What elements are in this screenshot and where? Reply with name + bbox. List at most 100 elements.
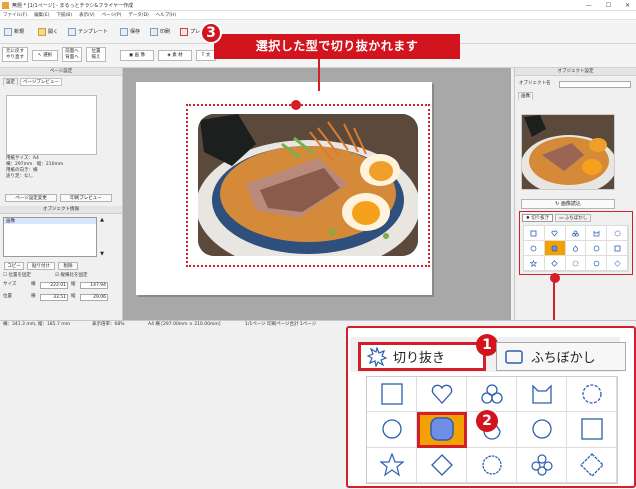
tab-fade-small[interactable]: ▭ ふちぼかし — [555, 214, 592, 222]
tab-image[interactable]: 画像 — [518, 92, 533, 100]
ramen-photo[interactable] — [198, 114, 418, 256]
fold-text: 途り足：なし — [6, 174, 33, 179]
text-icon: T — [201, 53, 205, 58]
status-paper: A4 横 [297.00mm × 210.00mm] — [148, 322, 221, 327]
canvas-area[interactable] — [123, 68, 511, 320]
shape-burst-small[interactable] — [607, 226, 628, 241]
shape-burst[interactable] — [567, 377, 617, 413]
load-image-button[interactable]: ↻ 画像読込 — [521, 199, 615, 209]
shape-square[interactable] — [367, 377, 417, 413]
menu-help[interactable]: ヘルプ(H) — [156, 12, 176, 18]
shape-cloud-small[interactable] — [565, 226, 587, 241]
tab-settings[interactable]: 設定 — [3, 78, 18, 86]
tab-page-preview[interactable]: ページプレビュー — [20, 78, 62, 86]
menu-file[interactable]: ファイル(F) — [3, 12, 27, 18]
position-label: 位置 — [3, 294, 12, 299]
material-tool-button[interactable]: ◈ 素 材 — [158, 50, 192, 61]
save-button[interactable]: 保存 — [118, 26, 142, 37]
object-name-field[interactable] — [559, 81, 631, 88]
menu-data[interactable]: データ(D) — [128, 12, 148, 18]
shape-star[interactable] — [367, 447, 417, 483]
shape-rounded-square-small-selected[interactable] — [544, 241, 566, 256]
text-tool-button[interactable]: T 文 — [196, 50, 216, 61]
material-icon: ◈ — [167, 53, 171, 58]
shape-square-2[interactable] — [567, 412, 617, 448]
shape-star-small[interactable] — [524, 256, 545, 271]
lock-position-checkbox[interactable]: ☐ 位置を固定 — [3, 272, 31, 279]
image-tool-button[interactable]: ▣ 画 像 — [120, 50, 154, 61]
shape-square-small[interactable] — [524, 226, 545, 241]
delete-button[interactable]: 削除 — [58, 262, 78, 270]
object-list[interactable]: 画像 — [3, 217, 97, 257]
move-down-icon[interactable]: ▼ — [100, 251, 104, 257]
shape-drop-small[interactable] — [565, 241, 587, 256]
template-button[interactable]: テンプレート — [66, 26, 110, 37]
shape-badge-small[interactable] — [607, 256, 628, 271]
selection-outline[interactable] — [186, 104, 430, 267]
shape-badge[interactable] — [567, 447, 617, 483]
paper-page[interactable] — [136, 82, 432, 295]
list-item[interactable]: 画像 — [4, 218, 96, 224]
tab-fade[interactable]: ふちぼかし — [496, 342, 626, 371]
print-preview-button[interactable]: 印刷プレビュー — [60, 194, 112, 202]
status-coords: 横：341.3 mm, 縦：185.7 mm — [3, 322, 71, 327]
menu-edit[interactable]: 編集(E) — [34, 12, 49, 18]
shape-octagon[interactable] — [517, 412, 567, 448]
tab-cutout[interactable]: 切り抜き — [358, 342, 486, 371]
menu-align[interactable]: 下揃(B) — [56, 12, 72, 18]
cutout-burst-icon — [367, 346, 387, 367]
tab-cutout-small[interactable]: ✹ 切り抜き — [522, 214, 554, 222]
open-button[interactable]: 開く — [36, 26, 60, 37]
template-icon — [68, 27, 76, 36]
shape-flower-small[interactable] — [586, 256, 608, 271]
shape-heart-small[interactable] — [544, 226, 566, 241]
size-width-field[interactable]: 222.01 — [40, 282, 68, 289]
shape-scallop[interactable] — [467, 447, 517, 483]
ramen-thumbnail — [522, 115, 614, 189]
select-button[interactable]: ↖ 選択 — [32, 50, 58, 61]
menu-view[interactable]: 表示(V) — [79, 12, 95, 18]
align-button[interactable]: 位置 揃え — [86, 47, 106, 62]
shape-heart[interactable] — [417, 377, 467, 413]
new-button[interactable]: 新規 — [2, 26, 26, 37]
shape-octagon-small[interactable] — [586, 241, 608, 256]
position-y-field[interactable]: 29.06 — [80, 294, 108, 301]
right-panel: オブジェクト設定 オブジェクト名 画像 ↻ 画像読込 ✹ 切り抜き ▭ ふちぼか… — [514, 68, 636, 320]
print-button[interactable]: 印刷 — [148, 26, 172, 37]
preview-button[interactable]: プレ — [178, 26, 202, 37]
left-panel: ページ設定 設定 ページプレビュー 用紙サイズ：A4 横：297mm 縦：210… — [0, 68, 123, 320]
undo-redo-button[interactable]: 元に戻す やり直す — [2, 47, 28, 62]
shape-diamond[interactable] — [417, 447, 467, 483]
size-height-field[interactable]: 147.94 — [80, 282, 108, 289]
status-page: 1/1ページ 印刷ページ合計 1ページ — [245, 322, 317, 327]
shape-circle[interactable] — [367, 412, 417, 448]
move-up-icon[interactable]: ▲ — [100, 217, 104, 223]
shape-rounded-square-selected[interactable] — [417, 412, 467, 448]
shape-flower[interactable] — [517, 447, 567, 483]
page-settings-button[interactable]: ページ設定変更 — [5, 194, 57, 202]
maximize-icon[interactable]: ☐ — [606, 2, 611, 9]
shape-panel-highlight: ✹ 切り抜き ▭ ふちぼかし — [519, 211, 633, 275]
shape-cloud[interactable] — [467, 377, 517, 413]
paste-button[interactable]: 貼り付け — [27, 262, 55, 270]
callout-banner: 選択した型で切り抜かれます — [214, 34, 460, 59]
preview-icon — [180, 27, 188, 36]
shape-cat[interactable] — [517, 377, 567, 413]
shape-diamond-small[interactable] — [544, 256, 566, 271]
shape-circle-small[interactable] — [524, 241, 545, 256]
size-h-label: 縦 — [71, 282, 76, 287]
front-back-button[interactable]: 前面へ 背面へ — [62, 47, 82, 62]
step-1-badge: 1 — [476, 334, 498, 356]
shape-scallop-small[interactable] — [565, 256, 587, 271]
shape-square2-small[interactable] — [607, 241, 628, 256]
callout-pointer-dot — [291, 100, 301, 110]
minimize-icon[interactable]: — — [586, 2, 592, 9]
copy-button[interactable]: コピー — [4, 262, 24, 270]
menu-page[interactable]: ページ(P) — [102, 12, 122, 18]
close-icon[interactable]: ✕ — [625, 2, 630, 9]
image-icon: ▣ — [128, 53, 134, 58]
position-x-field[interactable]: 33.51 — [40, 294, 68, 301]
window-title: 無題 * [1/1ページ] - まるっとチラシ&フライヤー作成 — [12, 2, 134, 9]
lock-aspect-checkbox[interactable]: ☑ 縦横比を固定 — [55, 272, 87, 279]
shape-cat-small[interactable] — [586, 226, 608, 241]
